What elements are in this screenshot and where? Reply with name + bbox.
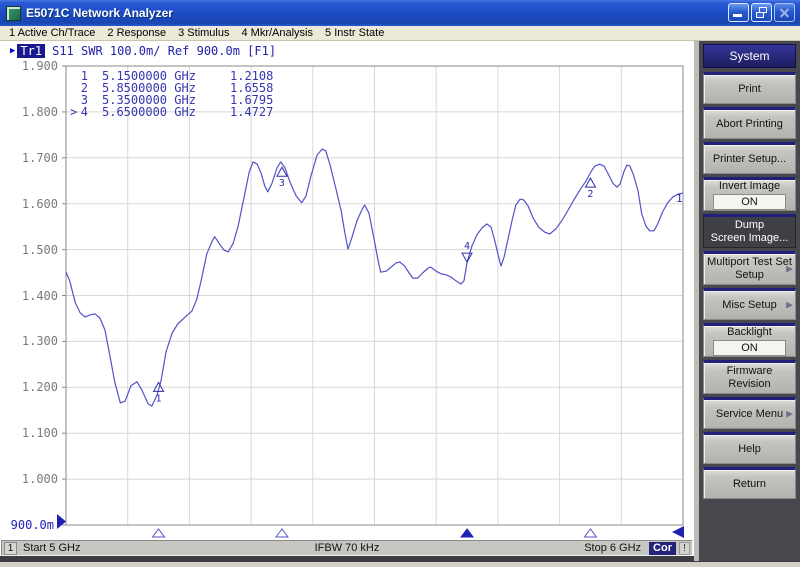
window-title: E5071C Network Analyzer	[26, 6, 173, 20]
marker-readout-table: 15.1500000 GHz1.210825.8500000 GHz1.6558…	[70, 70, 273, 118]
softkey-firmware-revision[interactable]: FirmwareRevision	[703, 360, 796, 394]
menu-bar: 1 Active Ch/Trace2 Response3 Stimulus4 M…	[0, 26, 800, 41]
softkey-panel: System PrintAbort PrintingPrinter Setup.…	[694, 41, 800, 561]
app-icon	[6, 6, 21, 21]
y-axis-ticks	[62, 66, 66, 525]
submenu-arrow-icon: ▶	[786, 408, 793, 421]
ifbw-label: IFBW 70 kHz	[2, 542, 692, 554]
y-axis-tick-label: 1.500	[8, 243, 58, 257]
screen-bottom-edge	[0, 556, 694, 561]
softkey-print[interactable]: Print	[703, 72, 796, 104]
submenu-arrow-icon: ▶	[786, 263, 793, 276]
softkey-menu-title: System	[703, 44, 796, 68]
y-axis-tick-label: 1.300	[8, 334, 58, 348]
y-axis-tick-label: 1.200	[8, 380, 58, 394]
y-axis-tick-label: 1.900	[8, 59, 58, 73]
menu-item-2-response[interactable]: 2 Response	[104, 27, 175, 39]
menu-item-4-mkr-analysis[interactable]: 4 Mkr/Analysis	[238, 27, 322, 39]
sweep-position-indicator-icon	[672, 526, 684, 538]
softkey-abort-printing[interactable]: Abort Printing	[703, 107, 796, 139]
y-axis-tick-label: 1.100	[8, 426, 58, 440]
softkey-return[interactable]: Return	[703, 467, 796, 499]
svg-text:3: 3	[279, 178, 285, 189]
active-marker-prefix	[70, 82, 78, 94]
softkey-backlight[interactable]: BacklightON	[703, 323, 796, 357]
window-bottom-border	[0, 561, 800, 567]
softkey-state-value: ON	[713, 194, 786, 210]
softkey-service-menu[interactable]: Service Menu▶	[703, 397, 796, 429]
minimize-button[interactable]	[728, 3, 749, 22]
reference-level-indicator-icon	[57, 514, 66, 529]
reference-level-label: 900.0m	[8, 518, 54, 532]
softkey-printer-setup[interactable]: Printer Setup...	[703, 142, 796, 174]
softkey-multiport-test-set-setup[interactable]: Multiport Test SetSetup▶	[703, 251, 796, 285]
trace-number-label: 1	[676, 192, 683, 205]
marker-row-4: >45.6500000 GHz1.4727	[70, 106, 273, 118]
y-axis-tick-label: 1.800	[8, 105, 58, 119]
marker-4-stimulus-triangle	[461, 529, 473, 537]
svg-text:1: 1	[156, 393, 162, 404]
y-axis-tick-label: 1.600	[8, 197, 58, 211]
menu-item-1-active-ch-trace[interactable]: 1 Active Ch/Trace	[6, 27, 104, 39]
softkey-invert-image[interactable]: Invert ImageON	[703, 177, 796, 211]
swr-chart[interactable]: 1 2 3 4 1	[0, 41, 694, 561]
title-bar: E5071C Network Analyzer	[0, 0, 800, 26]
active-marker-prefix: >	[70, 106, 78, 118]
y-axis-tick-label: 1.400	[8, 289, 58, 303]
restore-button[interactable]	[751, 3, 772, 22]
active-marker-prefix	[70, 70, 78, 82]
grid-lines	[66, 66, 683, 525]
marker-1-stimulus-triangle	[153, 529, 165, 537]
svg-text:4: 4	[464, 241, 470, 252]
y-axis-tick-label: 1.700	[8, 151, 58, 165]
softkey-state-value: ON	[713, 340, 786, 356]
marker-2-stimulus-triangle	[584, 529, 596, 537]
marker-2-symbol[interactable]: 2	[585, 178, 595, 200]
softkey-dump-screen-image[interactable]: DumpScreen Image...	[703, 214, 796, 248]
y-axis-tick-label: 1.000	[8, 472, 58, 486]
minimize-icon	[733, 14, 742, 17]
softkey-misc-setup[interactable]: Misc Setup▶	[703, 288, 796, 320]
svg-text:2: 2	[587, 189, 593, 200]
menu-item-3-stimulus[interactable]: 3 Stimulus	[175, 27, 238, 39]
marker-3-stimulus-triangle	[276, 529, 288, 537]
menu-item-5-instr-state[interactable]: 5 Instr State	[322, 27, 393, 39]
channel-status-bar: 1 Start 5 GHz IFBW 70 kHz Stop 6 GHz Cor…	[1, 540, 693, 556]
instrument-screen: ▶ Tr1 S11 SWR 100.0m/ Ref 900.0m [F1] 15…	[0, 41, 694, 561]
softkey-help[interactable]: Help	[703, 432, 796, 464]
submenu-arrow-icon: ▶	[786, 299, 793, 312]
close-button[interactable]	[774, 3, 795, 22]
marker-1-symbol[interactable]: 1	[154, 382, 164, 404]
